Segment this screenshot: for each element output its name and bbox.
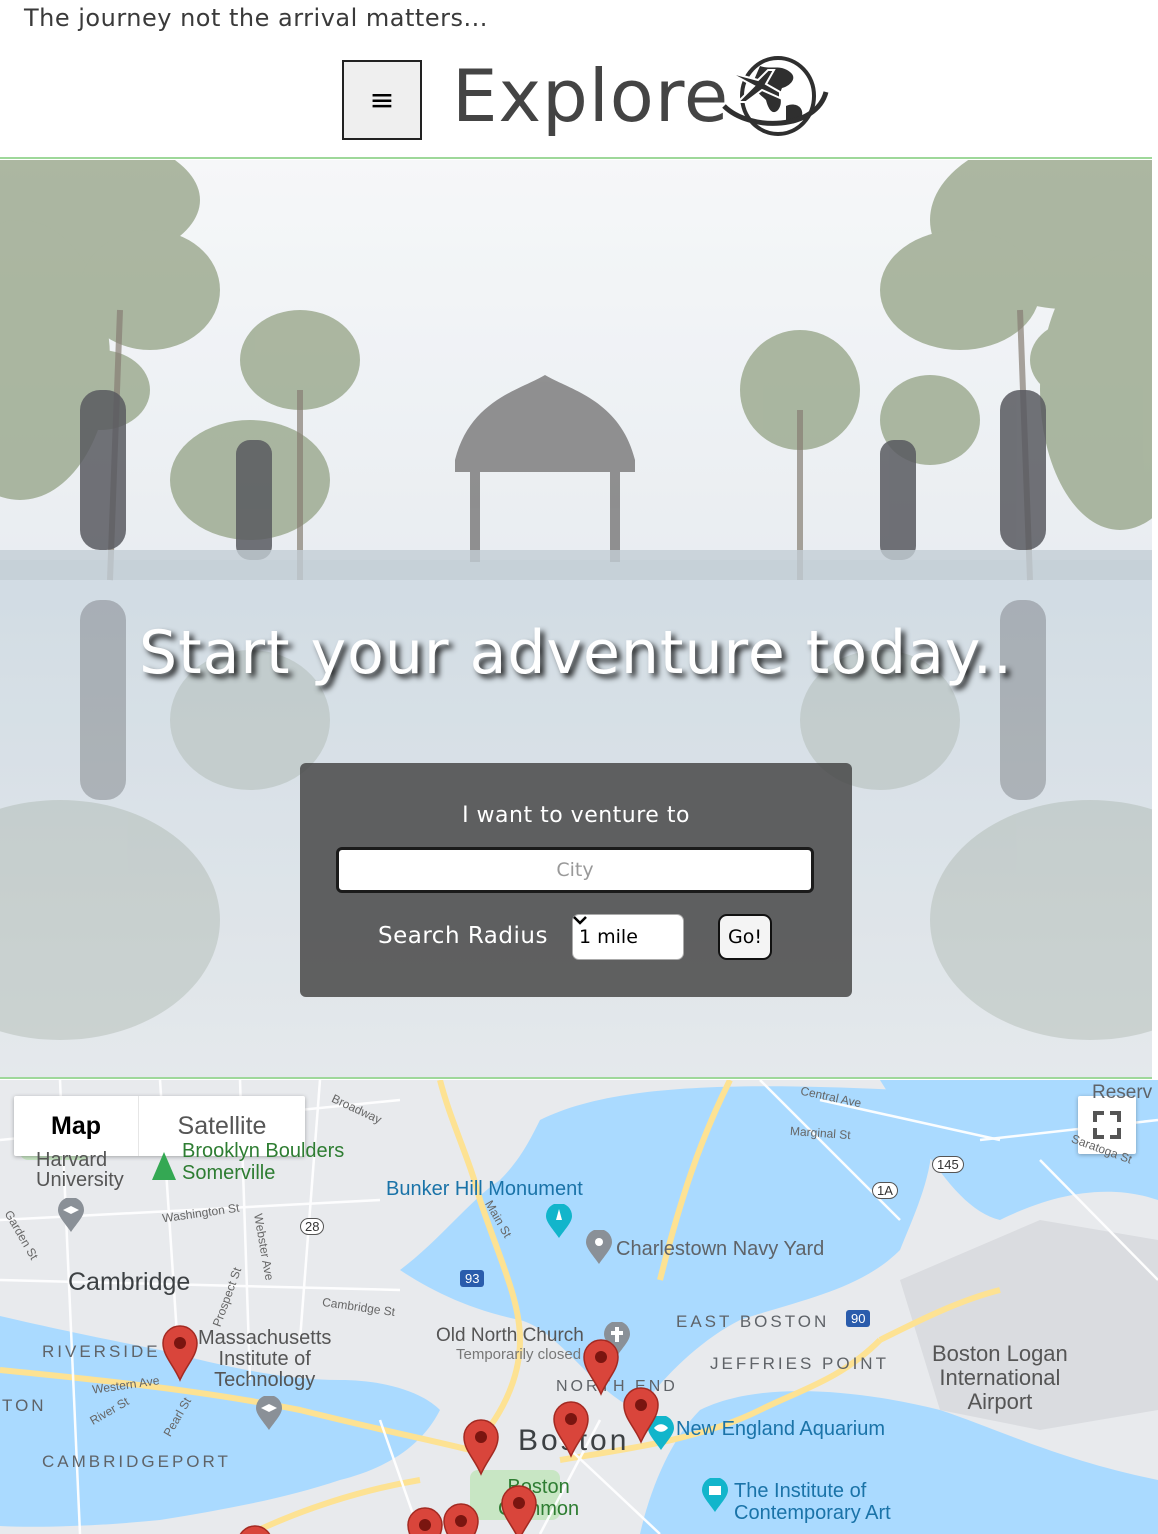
- map-label-ica: The Institute of Contemporary Art: [734, 1480, 891, 1524]
- map-label-jeffries-point: JEFFRIES POINT: [710, 1354, 889, 1373]
- hero-title: Start your adventure today..: [138, 618, 1013, 688]
- search-label: I want to venture to: [462, 803, 690, 828]
- hero-section: Start your adventure today.. I want to v…: [0, 160, 1152, 1078]
- map-label-cambridgeport: CAMBRIDGEPORT: [42, 1452, 231, 1471]
- university-poi-icon[interactable]: [56, 1198, 86, 1234]
- route-145-shield: 145: [932, 1156, 964, 1173]
- map-label-mit: Massachusetts Institute of Technology: [198, 1327, 332, 1391]
- map-label-reservation: Reserv: [1092, 1082, 1153, 1103]
- map-label-east-boston: EAST BOSTON: [676, 1312, 830, 1331]
- map-marker-icon[interactable]: [406, 1506, 444, 1534]
- map-label-aquarium: New England Aquarium: [676, 1418, 886, 1440]
- city-input[interactable]: [336, 847, 814, 893]
- map-marker-icon[interactable]: [500, 1484, 538, 1534]
- map-marker-icon[interactable]: [236, 1524, 274, 1534]
- brand-title: Explore: [452, 54, 730, 138]
- map-marker-icon[interactable]: [622, 1386, 660, 1444]
- map-marker-icon[interactable]: [161, 1324, 199, 1382]
- map-label-logan-airport: Boston Logan International Airport: [932, 1341, 1068, 1414]
- map-label-ton: TON: [2, 1396, 47, 1415]
- map-marker-icon[interactable]: [552, 1400, 590, 1458]
- map-view[interactable]: Map Satellite Harvard University Brookly…: [0, 1080, 1158, 1534]
- museum-poi-icon[interactable]: [700, 1478, 730, 1514]
- map-label-harvard: Harvard University: [36, 1149, 124, 1191]
- map-label-old-north-church: Old North Church: [436, 1325, 584, 1346]
- search-radius-value: 1 mile: [579, 926, 638, 948]
- map-label-cambridge: Cambridge: [68, 1268, 191, 1296]
- landmark-poi-icon[interactable]: [584, 1230, 614, 1266]
- route-90-shield: 90: [846, 1310, 871, 1327]
- tagline: The journey not the arrival matters...: [24, 4, 488, 32]
- hamburger-icon: ≡: [369, 82, 395, 118]
- monument-poi-icon[interactable]: [544, 1204, 574, 1240]
- map-divider: [0, 1077, 1152, 1079]
- map-type-map-button[interactable]: Map: [14, 1096, 139, 1156]
- header-divider: [0, 157, 1152, 159]
- map-marker-icon[interactable]: [462, 1418, 500, 1476]
- go-button[interactable]: Go!: [718, 914, 772, 960]
- university-poi-icon-mit[interactable]: [254, 1396, 284, 1432]
- map-marker-icon[interactable]: [582, 1338, 620, 1396]
- map-label-old-north-status: Temporarily closed: [456, 1346, 582, 1363]
- map-label-charlestown-navy-yard: Charlestown Navy Yard: [616, 1238, 825, 1260]
- map-label-riverside: RIVERSIDE: [42, 1342, 161, 1361]
- site-header: The journey not the arrival matters... ≡…: [0, 0, 1152, 158]
- globe-airplane-icon: [722, 56, 829, 136]
- menu-button[interactable]: ≡: [342, 60, 422, 140]
- route-93-shield: 93: [460, 1270, 485, 1287]
- park-poi-icon[interactable]: [150, 1150, 178, 1184]
- map-marker-icon[interactable]: [442, 1502, 480, 1534]
- search-panel: I want to venture to Search Radius 1 mil…: [300, 763, 852, 997]
- route-28-shield: 28: [300, 1218, 325, 1235]
- chevron-down-icon: [573, 916, 587, 925]
- map-label-brooklyn-boulders: Brooklyn Boulders Somerville: [182, 1140, 345, 1184]
- map-label-bunker-hill: Bunker Hill Monument: [386, 1178, 583, 1200]
- route-1a-shield: 1A: [872, 1182, 898, 1199]
- search-radius-label: Search Radius: [378, 923, 548, 949]
- search-radius-select[interactable]: 1 mile: [572, 914, 684, 960]
